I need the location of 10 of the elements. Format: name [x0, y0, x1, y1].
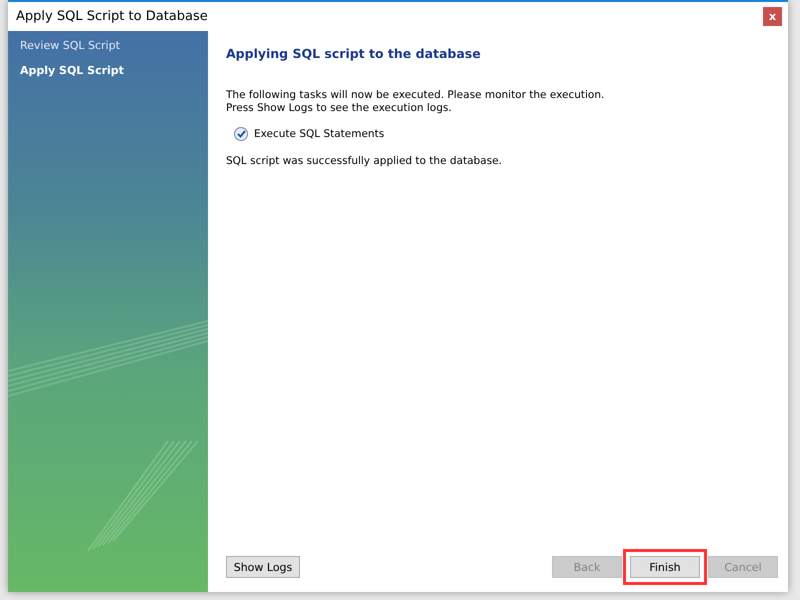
result-message: SQL script was successfully applied to the database.: [226, 155, 503, 168]
task-label: Execute SQL Statements: [254, 128, 384, 140]
wizard-button[interactable]: Show Logs: [226, 556, 300, 578]
instructions-text: The following tasks will now be executed. Please monitor the execution. Press Show Logs to see the execution logs.: [226, 89, 606, 115]
window-title: Apply SQL Script to Database: [16, 9, 208, 24]
close-button[interactable]: x: [763, 7, 782, 26]
page-heading: Applying SQL script to the database: [226, 46, 482, 61]
wizard-step: Apply SQL Script: [20, 64, 196, 77]
wizard-step: Review SQL Script: [20, 39, 196, 52]
wizard-button[interactable]: Finish: [630, 556, 700, 578]
